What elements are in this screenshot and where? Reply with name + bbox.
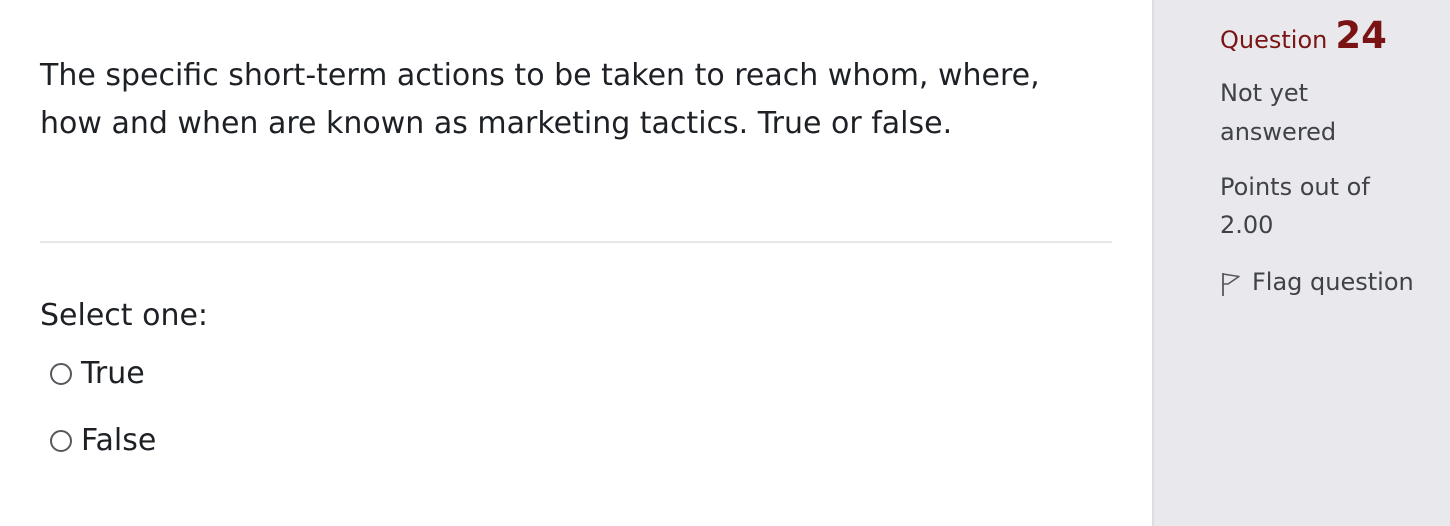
flag-outline-icon[interactable] <box>1220 271 1242 297</box>
question-info-panel: Question 24 Not yet answered Points out o… <box>1152 0 1450 526</box>
option-false[interactable]: False <box>50 421 156 461</box>
answer-prompt: Select one: <box>40 298 209 333</box>
question-label: Question <box>1220 26 1328 54</box>
radio-unchecked-icon[interactable] <box>50 363 72 385</box>
radio-unchecked-icon[interactable] <box>50 430 72 452</box>
flag-question-label[interactable]: Flag question <box>1252 264 1414 300</box>
question-number: 24 <box>1335 14 1387 57</box>
quiz-page: The specific short-term actions to be ta… <box>0 0 1450 526</box>
question-text: The specific short-term actions to be ta… <box>40 58 1040 141</box>
option-true-label[interactable]: True <box>81 354 145 394</box>
option-false-label[interactable]: False <box>81 421 156 461</box>
divider <box>40 241 1112 243</box>
option-true[interactable]: True <box>50 354 145 394</box>
question-number-header: Question 24 <box>1220 14 1387 57</box>
flag-question-button[interactable]: Flag question <box>1220 264 1414 300</box>
question-state: Not yet answered <box>1220 79 1337 146</box>
question-grade: Points out of 2.00 <box>1220 173 1370 239</box>
question-content: The specific short-term actions to be ta… <box>0 0 1152 526</box>
